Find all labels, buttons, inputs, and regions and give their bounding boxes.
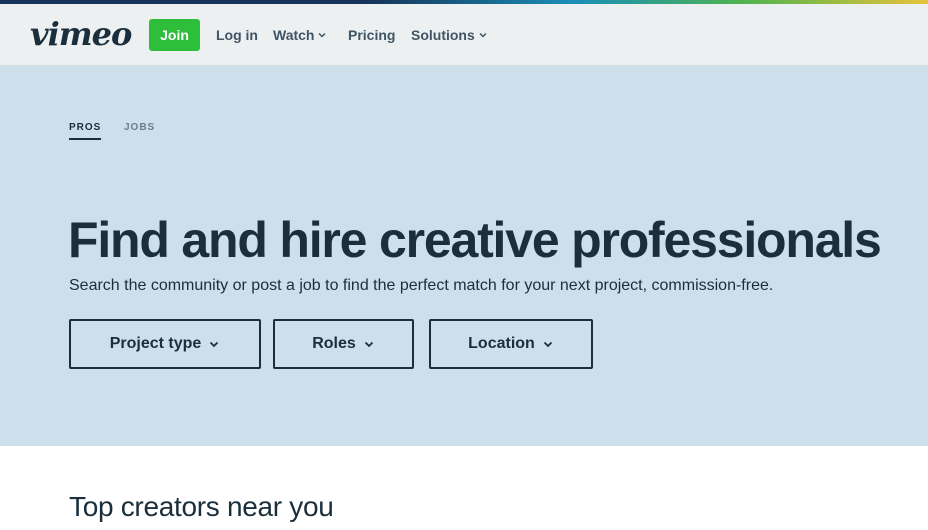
chevron-down-icon bbox=[478, 30, 488, 40]
chevron-down-icon bbox=[317, 30, 327, 40]
location-label: Location bbox=[468, 335, 535, 352]
project-type-dropdown[interactable]: Project type bbox=[69, 319, 261, 369]
chevron-down-icon bbox=[208, 338, 220, 350]
chevron-down-icon bbox=[363, 338, 375, 350]
watch-menu[interactable]: Watch bbox=[273, 19, 327, 51]
hero-subtitle: Search the community or post a job to fi… bbox=[69, 277, 774, 294]
login-label: Log in bbox=[216, 27, 258, 43]
top-creators-heading: Top creators near you bbox=[69, 491, 334, 522]
tab-jobs[interactable]: JOBS bbox=[124, 122, 155, 133]
location-dropdown[interactable]: Location bbox=[429, 319, 593, 369]
roles-label: Roles bbox=[312, 335, 356, 352]
hero-title: Find and hire creative professionals bbox=[68, 212, 882, 268]
project-type-label: Project type bbox=[109, 335, 202, 352]
chevron-down-icon bbox=[542, 338, 554, 350]
pricing-link[interactable]: Pricing bbox=[348, 19, 395, 51]
login-link[interactable]: Log in bbox=[216, 19, 258, 51]
pricing-label: Pricing bbox=[348, 27, 396, 43]
tab-pros[interactable]: PROS bbox=[69, 122, 102, 140]
top-navbar: vimeo Join Log in Watch Pricing Solution… bbox=[0, 4, 928, 66]
solutions-label: Solutions bbox=[411, 27, 475, 43]
join-button[interactable]: Join bbox=[149, 19, 200, 51]
watch-label: Watch bbox=[273, 27, 315, 43]
solutions-menu[interactable]: Solutions bbox=[411, 19, 488, 51]
hero-section: PROS JOBS Find and hire creative profess… bbox=[0, 66, 928, 446]
vimeo-logo[interactable]: vimeo bbox=[30, 12, 132, 56]
roles-dropdown[interactable]: Roles bbox=[273, 319, 414, 369]
